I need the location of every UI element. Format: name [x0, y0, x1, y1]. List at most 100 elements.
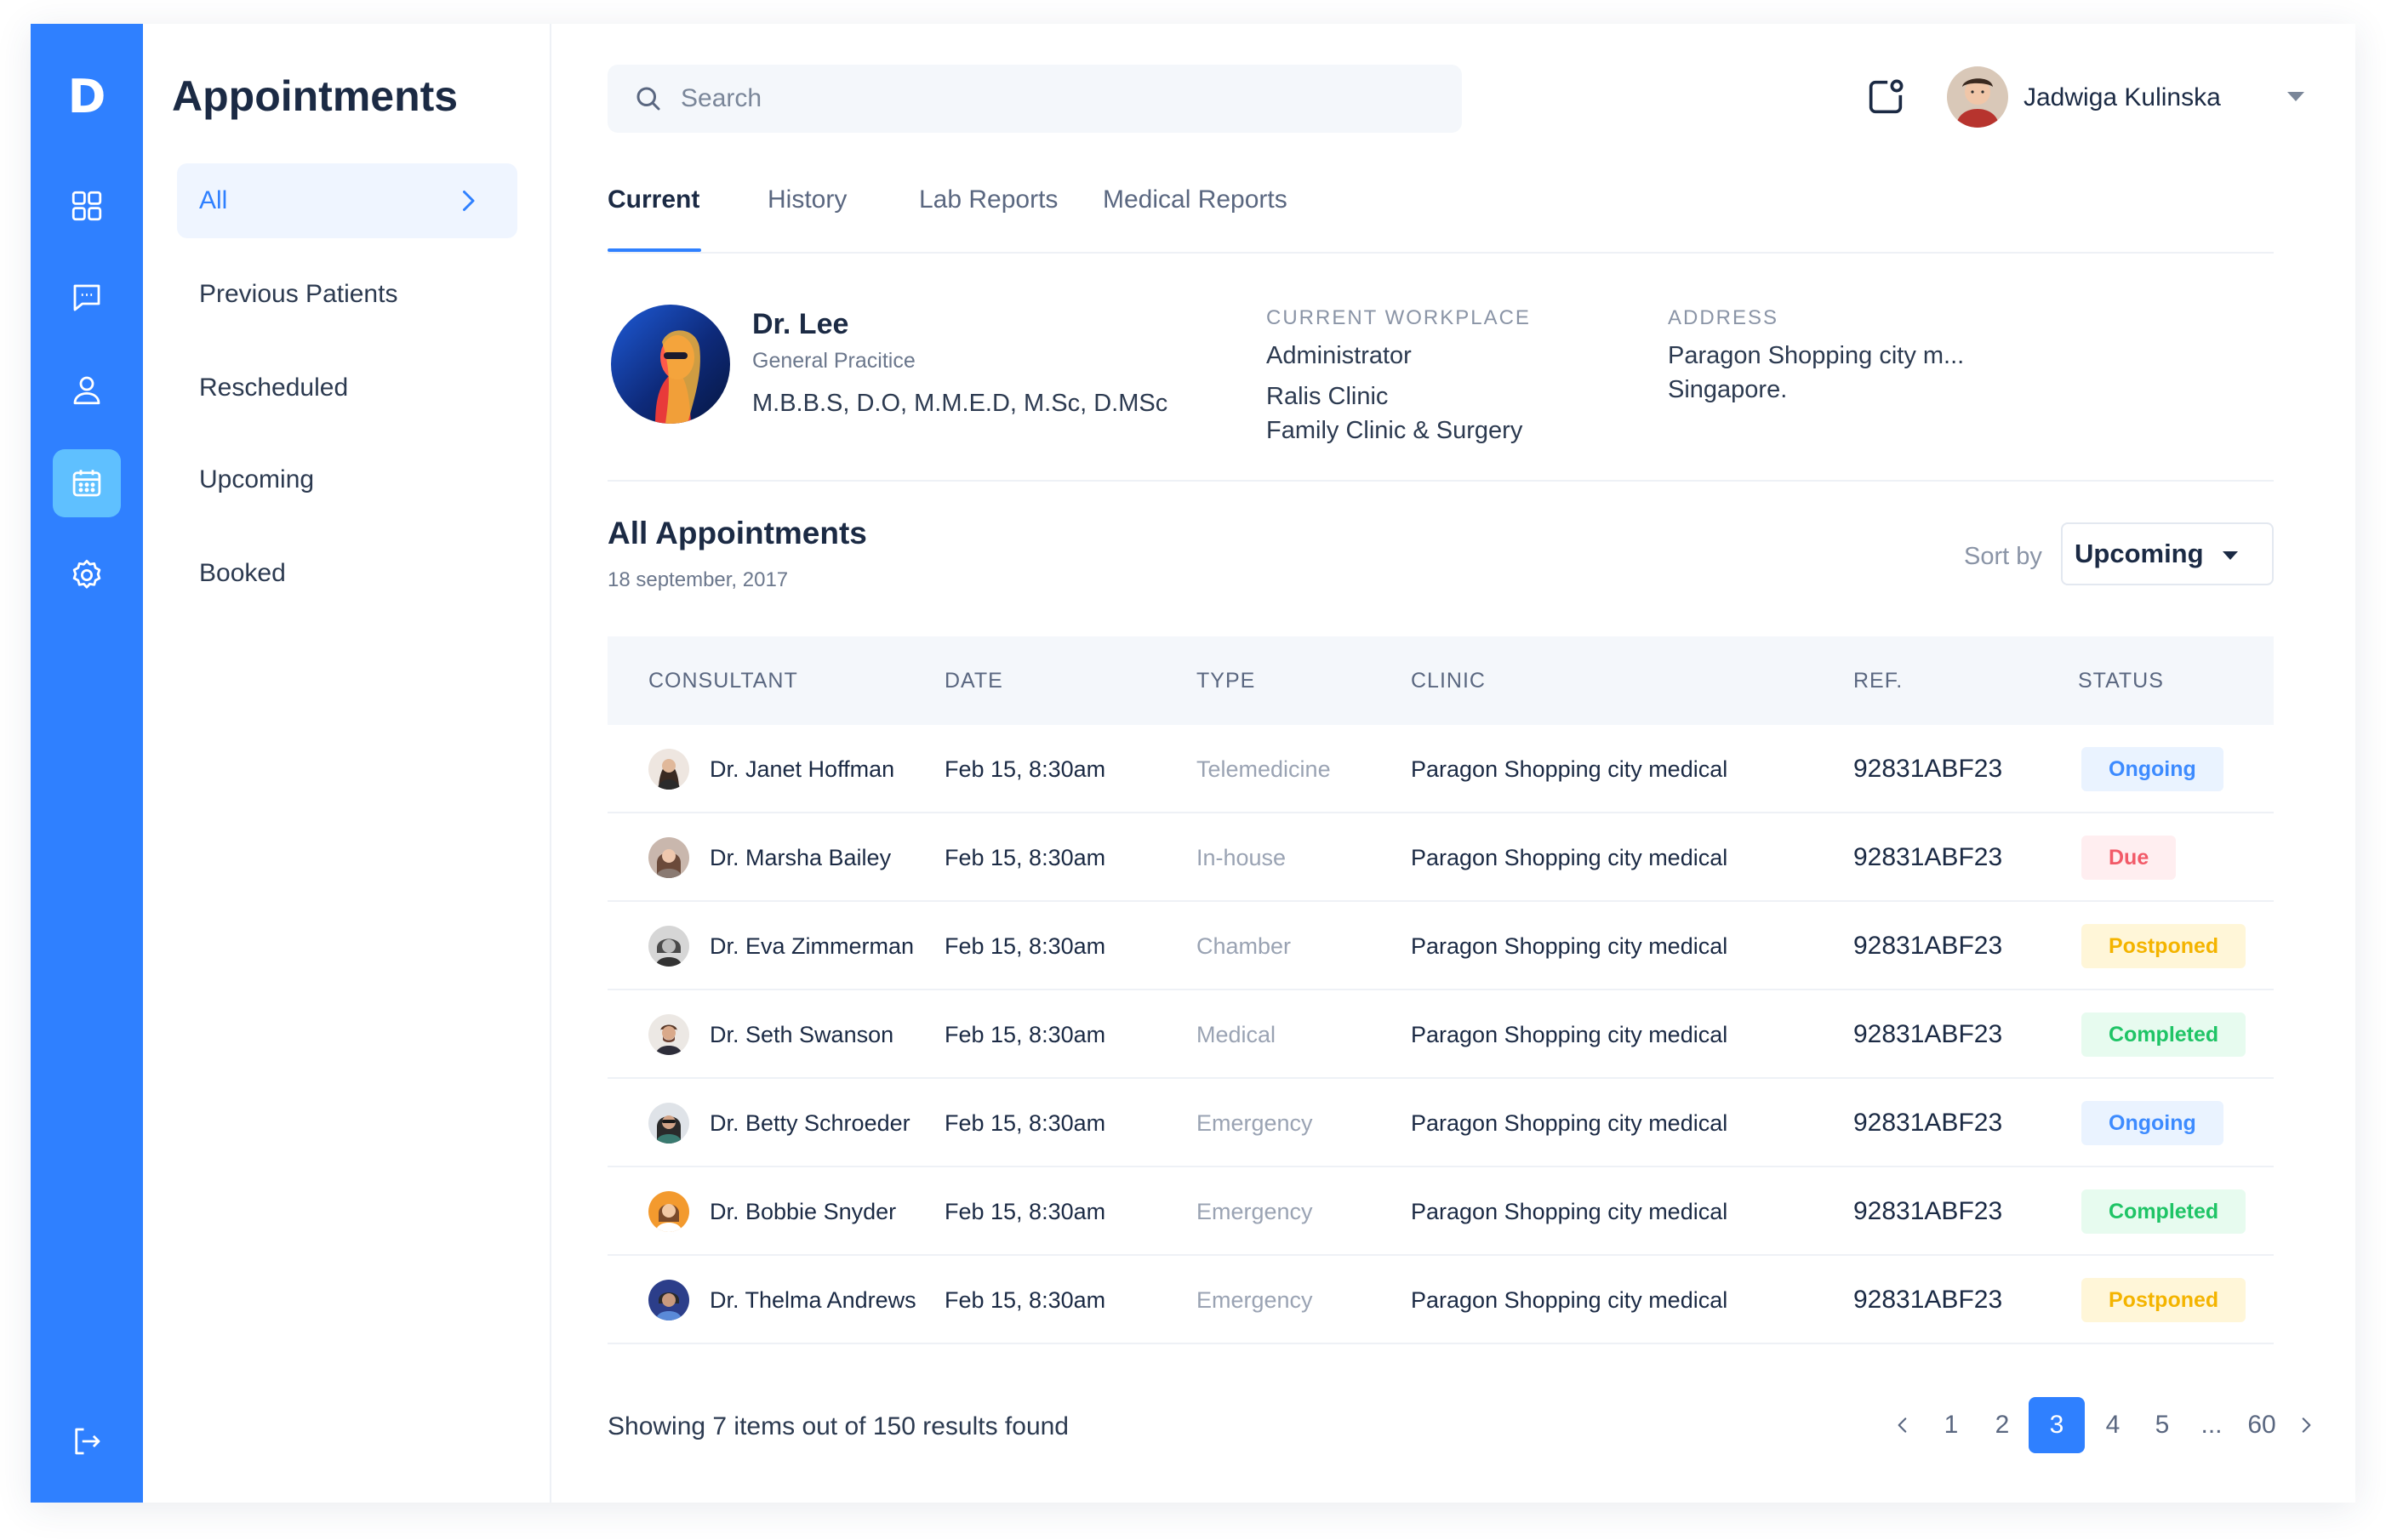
column-header[interactable]: TYPE	[1196, 669, 1255, 693]
icon-rail: D	[31, 24, 143, 1503]
chevron-left-icon	[1898, 1417, 1907, 1433]
tab-medical-reports[interactable]: Medical Reports	[1103, 185, 1287, 214]
prev-page-button[interactable]	[1887, 1397, 1918, 1453]
sidebar-item-label: All	[199, 186, 228, 214]
appointment-type: Telemedicine	[1196, 756, 1331, 782]
table-row[interactable]: Dr. Marsha Bailey Feb 15, 8:30am In-hous…	[608, 813, 2274, 902]
sort-label: Sort by	[1964, 543, 2042, 570]
page-button[interactable]: 5	[2141, 1397, 2183, 1453]
appointment-type: In-house	[1196, 845, 1287, 870]
page-button-current[interactable]: 3	[2029, 1397, 2085, 1453]
tab-history[interactable]: History	[768, 185, 847, 214]
user-avatar[interactable]	[1947, 66, 2008, 128]
page-button[interactable]: 60	[2238, 1397, 2286, 1453]
appointment-type: Medical	[1196, 1022, 1276, 1047]
table-row[interactable]: Dr. Thelma Andrews Feb 15, 8:30am Emerge…	[608, 1256, 2274, 1344]
appointment-type: Chamber	[1196, 933, 1292, 959]
messages-icon[interactable]	[53, 264, 121, 332]
address-line-2: Singapore.	[1668, 376, 1788, 403]
appointment-type: Emergency	[1196, 1287, 1313, 1313]
caret-down-icon	[2223, 551, 2238, 560]
column-header[interactable]: CONSULTANT	[648, 669, 798, 693]
appointment-clinic: Paragon Shopping city medical	[1411, 756, 1728, 782]
appointment-ref: 92831ABF23	[1853, 1109, 2003, 1137]
address-label: ADDRESS	[1668, 306, 1779, 329]
user-name[interactable]: Jadwiga Kulinska	[2024, 83, 2221, 112]
consultant-avatar	[648, 1103, 689, 1144]
appointment-date: Feb 15, 8:30am	[945, 1022, 1106, 1047]
table-row[interactable]: Dr. Eva Zimmerman Feb 15, 8:30am Chamber…	[608, 902, 2274, 990]
workplace-label: CURRENT WORKPLACE	[1266, 306, 1531, 329]
tabs-bar: Current History Lab Reports Medical Repo…	[608, 160, 2274, 254]
sidebar-item-rescheduled[interactable]: Rescheduled	[177, 351, 517, 425]
logout-icon[interactable]	[53, 1407, 121, 1475]
consultant-name: Dr. Janet Hoffman	[710, 756, 895, 782]
appointment-clinic: Paragon Shopping city medical	[1411, 1110, 1728, 1136]
status-badge: Ongoing	[2081, 747, 2223, 791]
table-row[interactable]: Dr. Betty Schroeder Feb 15, 8:30am Emerg…	[608, 1079, 2274, 1167]
sidebar-title: Appointments	[172, 72, 459, 120]
doctor-specialty: General Pracitice	[752, 349, 916, 373]
settings-icon[interactable]	[53, 541, 121, 609]
app-logo[interactable]: D	[31, 70, 143, 123]
appointment-clinic: Paragon Shopping city medical	[1411, 1287, 1728, 1313]
sidebar-item-upcoming[interactable]: Upcoming	[177, 442, 517, 517]
appointment-clinic: Paragon Shopping city medical	[1411, 933, 1728, 959]
chevron-right-icon	[463, 191, 475, 211]
page-button[interactable]: 4	[2092, 1397, 2134, 1453]
app-frame: D Appointments All Previous Patients Res…	[31, 24, 2355, 1503]
column-header[interactable]: STATUS	[2078, 669, 2164, 693]
consultant-name: Dr. Seth Swanson	[710, 1022, 894, 1047]
section-title: All Appointments	[608, 516, 867, 550]
section-date: 18 september, 2017	[608, 568, 789, 591]
appointment-date: Feb 15, 8:30am	[945, 1287, 1106, 1313]
workplace-name: Ralis Clinic	[1266, 383, 1389, 410]
search-input[interactable]	[681, 84, 1361, 113]
tab-current[interactable]: Current	[608, 185, 699, 214]
sidebar-item-previous-patients[interactable]: Previous Patients	[177, 257, 517, 332]
sidebar-item-all[interactable]: All	[177, 163, 517, 238]
consultant-avatar	[648, 749, 689, 790]
consultant-name: Dr. Marsha Bailey	[710, 845, 892, 870]
appointment-ref: 92831ABF23	[1853, 755, 2003, 783]
main-content: Jadwiga Kulinska Current History Lab Rep…	[551, 24, 2355, 1503]
address-line-1: Paragon Shopping city m...	[1668, 342, 1965, 369]
status-badge: Postponed	[2081, 1278, 2246, 1322]
next-page-button[interactable]	[2291, 1397, 2321, 1453]
workplace-role: Administrator	[1266, 342, 1412, 369]
table-row[interactable]: Dr. Janet Hoffman Feb 15, 8:30am Telemed…	[608, 725, 2274, 813]
chevron-down-icon[interactable]	[2287, 92, 2304, 101]
doctor-avatar	[611, 305, 730, 424]
appointment-clinic: Paragon Shopping city medical	[1411, 1022, 1728, 1047]
dashboard-icon[interactable]	[53, 172, 121, 240]
sidebar-item-label: Booked	[199, 559, 286, 587]
consultant-name: Dr. Thelma Andrews	[710, 1287, 916, 1313]
column-header[interactable]: DATE	[945, 669, 1003, 693]
appointment-clinic: Paragon Shopping city medical	[1411, 1199, 1728, 1224]
status-badge: Due	[2081, 836, 2177, 880]
appointment-date: Feb 15, 8:30am	[945, 756, 1106, 782]
sort-value: Upcoming	[2075, 539, 2204, 568]
calendar-icon[interactable]	[53, 449, 121, 517]
notification-icon[interactable]	[1864, 75, 1908, 119]
status-badge: Completed	[2081, 1189, 2246, 1234]
tab-lab-reports[interactable]: Lab Reports	[919, 185, 1058, 214]
consultant-name: Dr. Bobbie Snyder	[710, 1199, 897, 1224]
active-tab-indicator	[608, 248, 701, 252]
appointment-type: Emergency	[1196, 1199, 1313, 1224]
column-header[interactable]: REF.	[1853, 669, 1903, 693]
user-icon[interactable]	[53, 356, 121, 424]
search-bar[interactable]	[608, 65, 1462, 133]
consultant-name: Dr. Eva Zimmerman	[710, 933, 915, 959]
appointment-type: Emergency	[1196, 1110, 1313, 1136]
sort-dropdown[interactable]: Upcoming	[2061, 522, 2274, 585]
column-header[interactable]: CLINIC	[1411, 669, 1486, 693]
consultant-avatar	[648, 1014, 689, 1055]
page-button[interactable]: 1	[1930, 1397, 1972, 1453]
table-row[interactable]: Dr. Bobbie Snyder Feb 15, 8:30am Emergen…	[608, 1167, 2274, 1256]
results-summary: Showing 7 items out of 150 results found	[608, 1412, 1069, 1440]
page-button[interactable]: 2	[1981, 1397, 2024, 1453]
sidebar-item-booked[interactable]: Booked	[177, 536, 517, 611]
appointment-date: Feb 15, 8:30am	[945, 1110, 1106, 1136]
table-row[interactable]: Dr. Seth Swanson Feb 15, 8:30am Medical …	[608, 990, 2274, 1079]
